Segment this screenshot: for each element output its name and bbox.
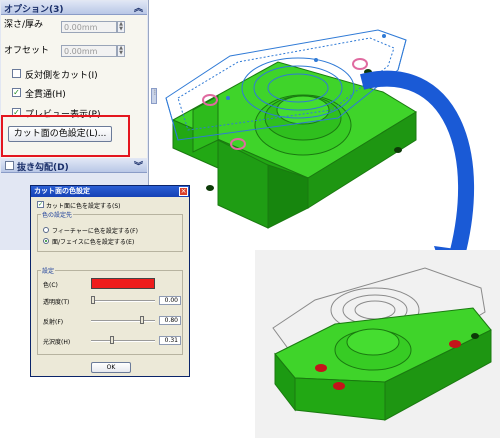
reflectivity-label: 反射(F) [43,319,64,326]
flip-side-checkbox[interactable] [12,69,21,78]
model-view-top[interactable] [148,0,500,250]
glossiness-slider[interactable] [110,336,114,344]
draft-checkbox[interactable] [5,161,14,170]
enable-color-label: カット面に色を設定する(S) [46,203,121,210]
hole-marker [352,58,368,70]
options-group-title: オプション(3) [4,5,64,15]
collapse-chevron-icon[interactable]: ︽ [134,1,143,14]
depth-label: 深さ/厚み [4,20,44,30]
reflectivity-value[interactable]: 0.80 [159,316,181,325]
flip-side-label: 反対側をカット(I) [25,71,98,81]
transparency-slider[interactable] [91,296,95,304]
offset-spinner[interactable]: ▲ ▼ [117,45,125,57]
glossiness-value[interactable]: 0.31 [159,336,181,345]
model-view-result [255,250,500,438]
face-radio-label: 面/フェイスに色を設定する(E) [52,239,135,246]
face-radio[interactable] [43,238,49,244]
cut-face-color-dialog: カット面の色設定 × ✓ カット面に色を設定する(S) 色の設定先 フィーチャー… [30,185,190,377]
feature-radio-label: フィーチャーに色を設定する(F) [52,228,138,235]
depth-field[interactable]: 0.00mm [61,21,117,33]
ok-button[interactable]: OK [91,362,131,373]
transparency-value[interactable]: 0.00 [159,296,181,305]
options-group-header[interactable]: オプション(3) ︽ [1,1,147,15]
offset-label: オフセット [4,46,50,56]
feature-radio[interactable] [43,227,49,233]
settings-group-title: 設定 [41,266,56,275]
enable-color-checkbox[interactable]: ✓ [37,201,44,208]
dialog-title: カット面の色設定 [31,186,189,197]
cut-face [315,364,327,372]
cut-face [333,382,345,390]
target-group-title: 色の設定先 [41,210,74,219]
cut-face [449,340,461,348]
through-all-label: 全貫通(H) [25,90,66,100]
expand-chevron-icon[interactable]: ︾ [134,159,143,172]
close-icon[interactable]: × [179,187,188,196]
offset-field[interactable]: 0.00mm [61,45,117,57]
transparency-label: 透明度(T) [43,299,70,306]
color-swatch[interactable] [91,278,155,289]
draft-group-header[interactable]: 抜き勾配(D) ︾ [1,159,147,173]
depth-spinner[interactable]: ▲ ▼ [117,21,125,33]
highlight-box [1,115,130,157]
through-all-checkbox[interactable]: ✓ [12,88,21,97]
color-label: 色(C) [43,282,58,289]
draft-group-title: 抜き勾配(D) [17,163,69,173]
reflectivity-slider[interactable] [140,316,144,324]
glossiness-label: 光沢度(H) [43,339,71,346]
